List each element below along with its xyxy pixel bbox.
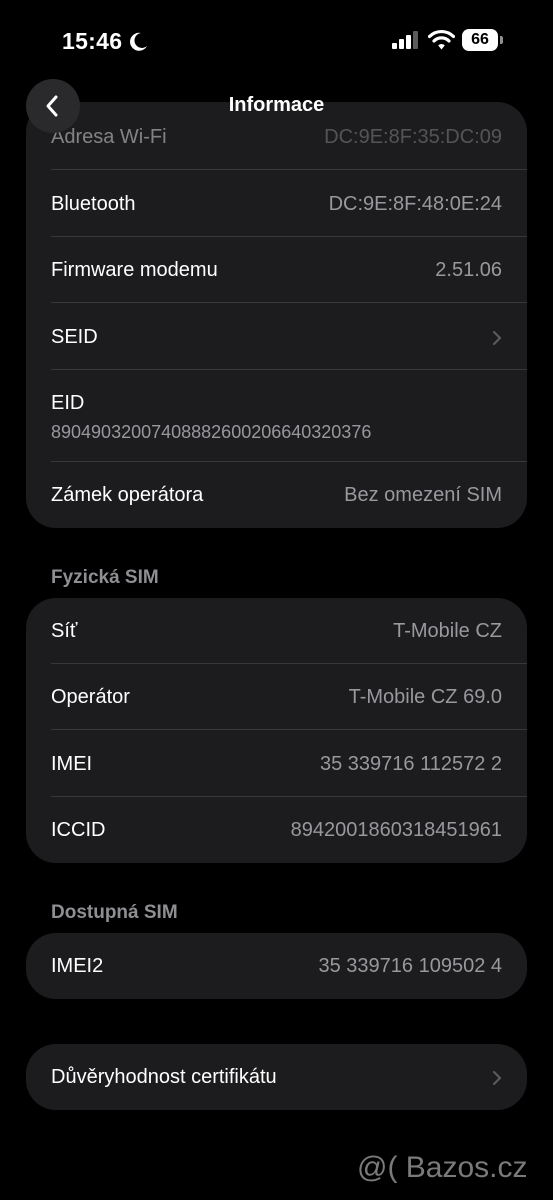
modem-firmware-row[interactable]: Firmware modemu 2.51.06 — [51, 259, 502, 283]
battery-level: 66 — [462, 29, 498, 51]
imei-row[interactable]: IMEI 35 339716 112572 2 — [51, 753, 502, 777]
chevron-right-icon — [492, 1070, 502, 1086]
status-bar: 15:46 66 — [0, 0, 553, 80]
separator — [51, 796, 527, 797]
row-label: Síť — [51, 620, 78, 642]
row-value: DC:9E:8F:35:DC:09 — [324, 126, 502, 148]
available-sim-group: IMEI2 35 339716 109502 4 — [26, 933, 527, 999]
carrier-row[interactable]: Operátor T-Mobile CZ 69.0 — [51, 686, 502, 710]
separator — [51, 369, 527, 370]
bluetooth-row[interactable]: Bluetooth DC:9E:8F:48:0E:24 — [51, 193, 502, 217]
row-label: Operátor — [51, 686, 130, 708]
eid-row[interactable]: EID 89049032007408882600206640320376 — [51, 392, 502, 446]
separator — [51, 461, 527, 462]
seid-row[interactable]: SEID — [51, 326, 502, 350]
battery-icon: 66 — [462, 29, 504, 51]
battery-nub — [500, 36, 503, 44]
row-label: IMEI — [51, 753, 93, 775]
row-label: Adresa Wi-Fi — [51, 126, 167, 148]
row-value: T-Mobile CZ — [393, 620, 502, 642]
separator — [51, 169, 527, 170]
wifi-address-row[interactable]: Adresa Wi-Fi DC:9E:8F:35:DC:09 — [51, 126, 502, 150]
status-time: 15:46 — [62, 28, 123, 54]
imei2-row[interactable]: IMEI2 35 339716 109502 4 — [51, 955, 502, 979]
physical-sim-group: Síť T-Mobile CZ Operátor T-Mobile CZ 69.… — [26, 598, 527, 863]
row-label: SEID — [51, 326, 98, 348]
network-row[interactable]: Síť T-Mobile CZ — [51, 620, 502, 644]
row-value: T-Mobile CZ 69.0 — [348, 686, 502, 708]
row-label: Firmware modemu — [51, 259, 218, 281]
row-label: Bluetooth — [51, 193, 136, 215]
moon-icon — [130, 32, 147, 51]
row-label: Zámek operátora — [51, 484, 204, 506]
separator — [51, 302, 527, 303]
row-value: DC:9E:8F:48:0E:24 — [328, 193, 502, 215]
carrier-lock-row[interactable]: Zámek operátora Bez omezení SIM — [51, 484, 502, 508]
row-value: 35 339716 112572 2 — [319, 753, 502, 775]
row-label: ICCID — [51, 819, 106, 841]
page-title: Informace — [228, 94, 325, 116]
row-value: 8942001860318451961 — [290, 819, 502, 841]
row-label: IMEI2 — [51, 955, 104, 977]
certificate-group: Důvěryhodnost certifikátu — [26, 1044, 527, 1110]
row-label: EID — [51, 392, 85, 414]
certificate-trust-row[interactable]: Důvěryhodnost certifikátu — [51, 1066, 502, 1090]
section-header-physical-sim: Fyzická SIM — [51, 567, 159, 588]
row-label: Důvěryhodnost certifikátu — [51, 1066, 277, 1088]
row-value: Bez omezení SIM — [344, 484, 502, 506]
cellular-signal-icon — [392, 31, 418, 49]
eid-value: 89049032007408882600206640320376 — [51, 422, 372, 442]
chevron-right-icon — [492, 330, 502, 346]
row-value: 35 339716 109502 4 — [318, 955, 502, 977]
iccid-row[interactable]: ICCID 8942001860318451961 — [51, 819, 502, 843]
wifi-icon — [428, 29, 455, 50]
watermark: @( Bazos.cz — [357, 1151, 528, 1184]
separator — [51, 729, 527, 730]
about-group: Adresa Wi-Fi DC:9E:8F:35:DC:09 Bluetooth… — [26, 102, 527, 528]
row-value: 2.51.06 — [435, 259, 502, 281]
separator — [51, 236, 527, 237]
separator — [51, 663, 527, 664]
section-header-available-sim: Dostupná SIM — [51, 902, 178, 923]
